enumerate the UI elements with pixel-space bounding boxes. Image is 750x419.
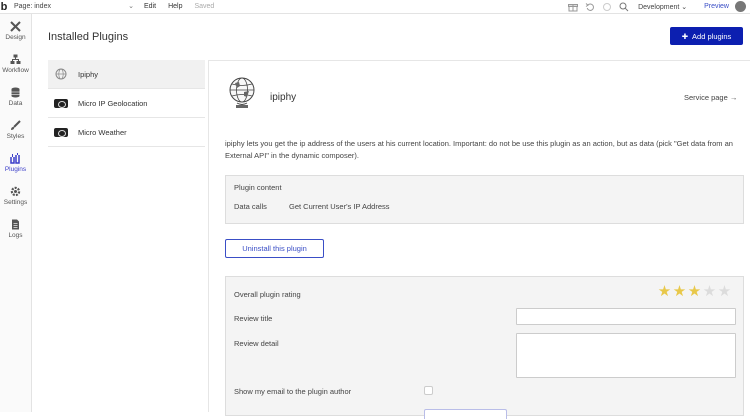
rail-label: Workflow <box>2 66 29 74</box>
star-icon[interactable]: ★ <box>672 284 687 300</box>
status-circle-icon <box>600 0 613 13</box>
top-bar: b Page: index ⌄ Edit Help Saved Developm… <box>0 0 750 14</box>
logs-icon <box>10 219 22 231</box>
environment-label: Development <box>638 3 680 11</box>
styles-icon <box>10 120 22 132</box>
data-icon <box>10 87 22 99</box>
plugin-title: ipiphy <box>270 92 297 103</box>
plugin-list-item[interactable]: Micro Weather <box>48 118 205 147</box>
top-right-controls: Development ⌄ Preview <box>566 0 750 13</box>
search-icon[interactable] <box>617 0 630 13</box>
rail-label: Data <box>8 99 23 107</box>
settings-icon <box>10 186 22 198</box>
saved-status: Saved <box>194 3 215 10</box>
data-calls-value: Get Current User's IP Address <box>289 202 390 211</box>
review-title-label: Review title <box>234 314 273 323</box>
rail-label: Design <box>5 33 26 41</box>
star-icon[interactable]: ★ <box>717 284 732 300</box>
add-plugins-label: Add plugins <box>692 31 732 41</box>
rail-label: Logs <box>8 231 23 239</box>
bubble-logo[interactable]: b <box>0 0 11 14</box>
rail-item-styles[interactable]: Styles <box>0 113 31 146</box>
plugins-icon <box>10 153 22 165</box>
plugin-list-item[interactable]: Micro IP Geolocation <box>48 89 205 118</box>
plugin-globe-icon <box>225 75 259 111</box>
show-email-checkbox[interactable] <box>424 386 433 395</box>
plugin-badge-icon <box>54 127 68 137</box>
left-rail: Design Workflow Data Styles Plugins Sett… <box>0 14 32 412</box>
preview-link[interactable]: Preview <box>704 3 729 10</box>
show-email-label: Show my email to the plugin author <box>234 387 352 396</box>
rail-item-design[interactable]: Design <box>0 14 31 47</box>
review-detail-input[interactable] <box>516 333 736 378</box>
star-icon[interactable]: ★ <box>657 284 672 300</box>
undo-icon[interactable] <box>583 0 596 13</box>
page-selector[interactable]: Page: index ⌄ <box>14 0 134 13</box>
chevron-down-icon: ⌄ <box>128 3 134 10</box>
rail-item-settings[interactable]: Settings <box>0 179 31 212</box>
plugin-list-item[interactable]: Ipiphy <box>48 60 205 89</box>
rail-item-logs[interactable]: Logs <box>0 212 31 245</box>
rail-label: Styles <box>6 132 25 140</box>
star-icon[interactable]: ★ <box>702 284 717 300</box>
submit-review-button[interactable] <box>424 409 507 419</box>
plugin-badge <box>54 127 68 137</box>
rail-label: Settings <box>3 198 28 206</box>
rail-item-workflow[interactable]: Workflow <box>0 47 31 80</box>
rail-item-plugins[interactable]: Plugins <box>0 146 31 179</box>
rating-stars[interactable]: ★ ★ ★ ★ ★ <box>657 284 732 300</box>
plugin-description: ipiphy lets you get the ip address of th… <box>225 139 733 160</box>
review-detail-label: Review detail <box>234 339 279 348</box>
plugin-content-title: Plugin content <box>234 183 282 192</box>
plugin-name: Micro Weather <box>78 127 127 137</box>
plugin-list: Ipiphy Micro IP Geolocation Micro Weathe… <box>48 60 205 147</box>
overall-rating-label: Overall plugin rating <box>234 290 301 299</box>
main-area: Installed Plugins ✚ Add plugins Ipiphy M… <box>32 14 750 419</box>
star-icon[interactable]: ★ <box>687 284 702 300</box>
page-selector-label: Page: index <box>14 3 51 10</box>
uninstall-plugin-button[interactable]: Uninstall this plugin <box>225 239 324 258</box>
plugin-badge-icon <box>54 98 68 108</box>
gift-icon[interactable] <box>566 0 579 13</box>
service-page-link[interactable]: Service page → <box>684 93 737 102</box>
add-plugins-button[interactable]: ✚ Add plugins <box>670 27 743 45</box>
data-calls-label: Data calls <box>234 202 267 211</box>
plugin-name: Micro IP Geolocation <box>78 98 148 108</box>
review-title-input[interactable] <box>516 308 736 325</box>
user-avatar-icon[interactable] <box>735 1 746 12</box>
plugin-content-box: Plugin content Data calls Get Current Us… <box>225 175 744 224</box>
rail-label: Plugins <box>4 165 27 173</box>
plus-icon: ✚ <box>681 31 689 41</box>
plugin-badge <box>54 98 68 108</box>
globe-icon <box>54 68 68 80</box>
plugin-detail-panel: ipiphy Service page → ipiphy lets you ge… <box>208 60 750 419</box>
chevron-down-icon: ⌄ <box>681 3 688 11</box>
page-title: Installed Plugins <box>48 31 129 43</box>
menu-edit[interactable]: Edit <box>144 3 156 10</box>
top-menu: Edit Help Saved <box>144 0 214 13</box>
workflow-icon <box>10 54 22 66</box>
environment-selector[interactable]: Development ⌄ <box>638 3 698 11</box>
design-icon <box>10 21 22 33</box>
plugin-name: Ipiphy <box>78 69 99 79</box>
menu-help[interactable]: Help <box>168 3 182 10</box>
review-box: Overall plugin rating ★ ★ ★ ★ ★ Review title… <box>225 276 744 419</box>
rail-item-data[interactable]: Data <box>0 80 31 113</box>
